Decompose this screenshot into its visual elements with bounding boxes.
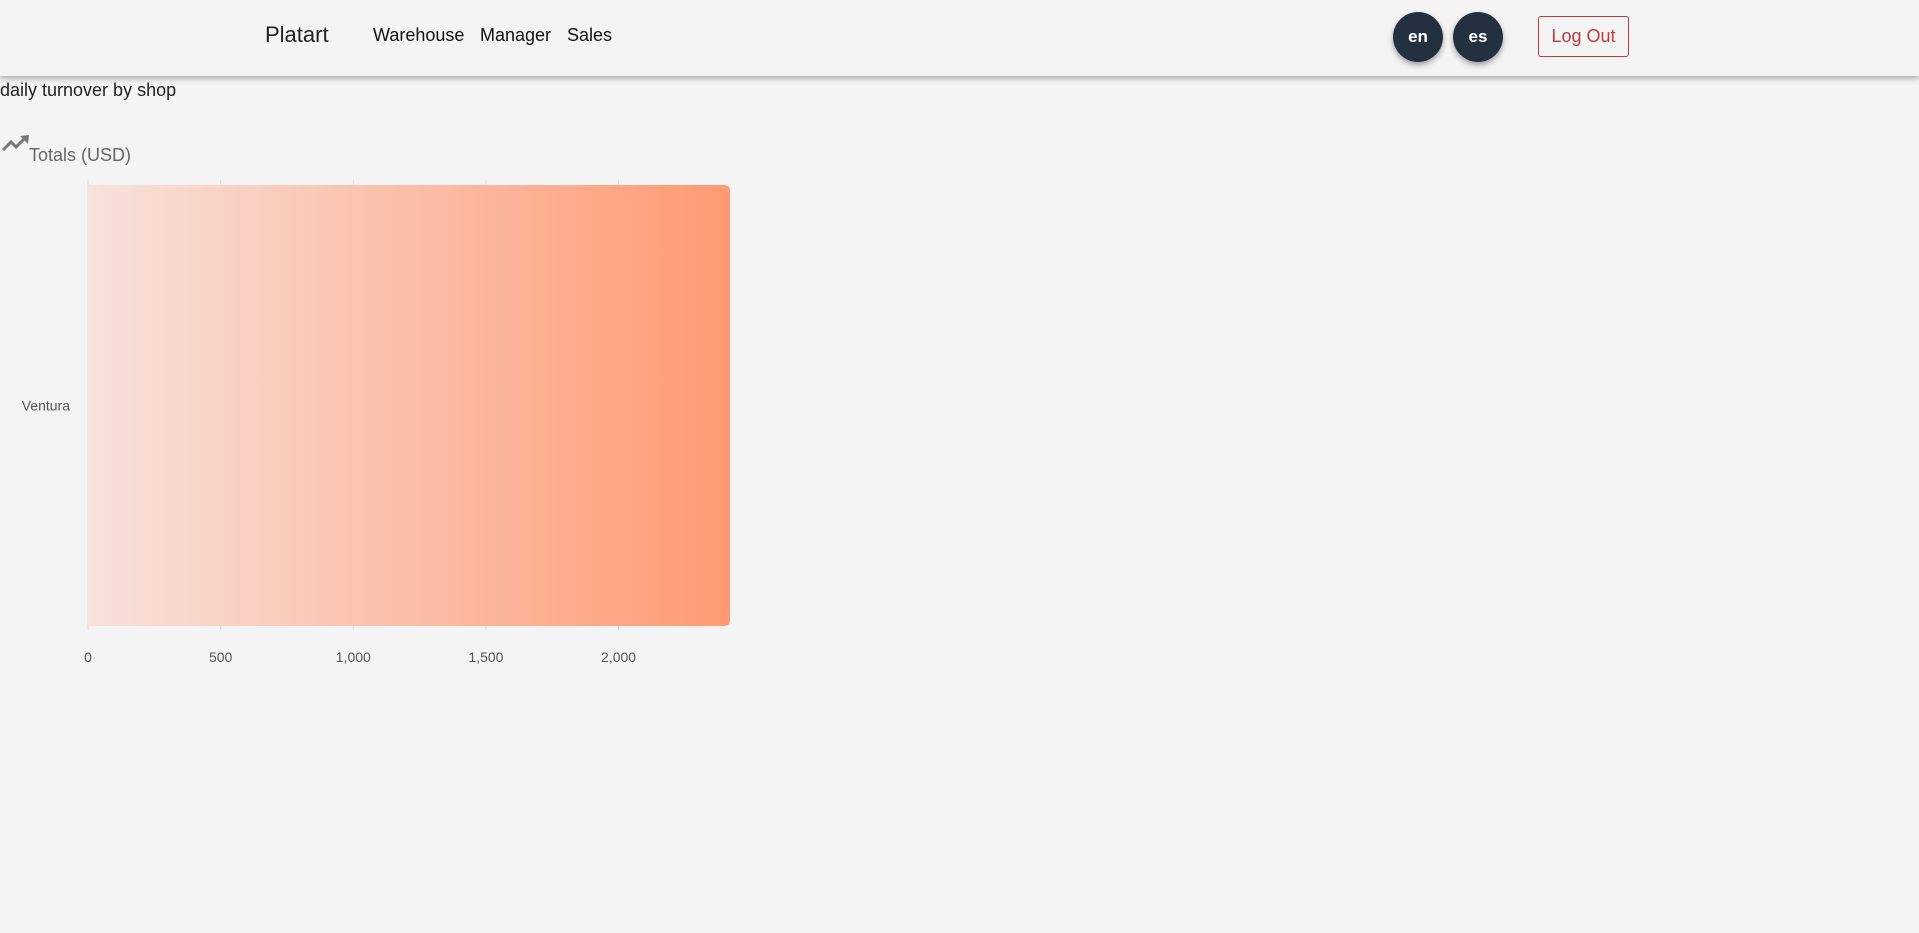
nav-link-sales[interactable]: Sales — [567, 25, 612, 46]
y-category-label: Ventura — [22, 398, 70, 414]
language-button-en[interactable]: en — [1393, 12, 1443, 62]
bar-chart: 0 500 1,000 1,500 2,000 Ventura — [22, 180, 730, 665]
x-tick-label: 0 — [84, 649, 92, 665]
x-tick-label: 500 — [209, 649, 233, 665]
language-button-es[interactable]: es — [1453, 12, 1503, 62]
card-title: Totals (USD) — [29, 145, 132, 165]
nav-link-manager[interactable]: Manager — [480, 25, 551, 46]
brand-link[interactable]: Platart — [265, 22, 329, 48]
trending-up-icon — [1, 133, 31, 158]
logout-button[interactable]: Log Out — [1538, 16, 1629, 57]
x-tick-label: 1,500 — [468, 649, 503, 665]
bar-ventura[interactable] — [88, 185, 730, 626]
page-heading: daily turnover by shop — [0, 80, 177, 100]
x-tick-label: 2,000 — [601, 649, 636, 665]
nav-link-warehouse[interactable]: Warehouse — [373, 25, 464, 46]
x-tick-label: 1,000 — [336, 649, 371, 665]
top-navbar: Platart Warehouse Manager Sales en es Lo… — [0, 0, 1919, 76]
